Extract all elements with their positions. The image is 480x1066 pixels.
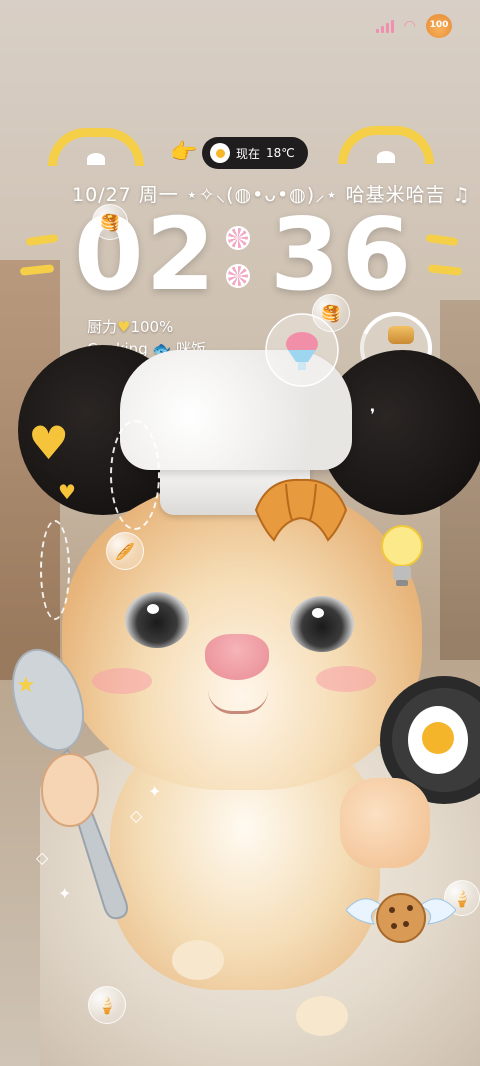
doodle-swirl xyxy=(40,520,70,620)
weather-widget[interactable]: 现在 18℃ xyxy=(202,137,308,169)
right-blush xyxy=(316,666,376,692)
left-brow-dot xyxy=(87,153,105,165)
right-fist-icon xyxy=(340,778,430,868)
sparkle-icon: ✦ xyxy=(58,884,72,903)
croissant-icon xyxy=(254,478,348,542)
wifi-icon: ◠ xyxy=(403,18,416,34)
candy-dot-icon xyxy=(226,264,250,288)
candy-dot-icon xyxy=(226,226,250,250)
weather-temperature: 18℃ xyxy=(266,146,295,160)
sparkle-icon: ✦ xyxy=(148,782,162,801)
pancake-bubble-icon: 🥞 xyxy=(312,294,350,332)
cat-right-paw xyxy=(296,996,348,1036)
pancake-bubble-icon: 🥞 xyxy=(92,204,128,240)
right-dash-bottom xyxy=(427,264,463,276)
weather-label: 现在 xyxy=(236,146,261,161)
light-bulb-icon xyxy=(381,525,423,586)
sparkle-icon: ◇ xyxy=(130,806,143,825)
signal-bars-icon xyxy=(375,19,394,33)
icecream-bubble-icon: 🍦 xyxy=(88,986,126,1024)
energy-label: 厨力 xyxy=(87,318,118,336)
doodle-swirl xyxy=(110,420,160,530)
bread-bubble-icon: 🥖 xyxy=(106,532,144,570)
pointing-hand-icon: 👉 xyxy=(170,140,198,165)
winged-cookie-icon xyxy=(346,893,456,943)
right-brow-dot xyxy=(377,151,395,163)
fried-egg-icon xyxy=(210,143,230,163)
pancake-icon xyxy=(388,326,414,344)
cat-right-eye xyxy=(290,596,354,652)
heart-icon: ♥ xyxy=(117,318,131,336)
svg-text:★: ★ xyxy=(16,673,36,698)
sparkle-icon: ❜ xyxy=(370,405,376,424)
battery-indicator: 100 xyxy=(426,14,452,38)
right-dash-top xyxy=(425,233,459,247)
cat-nose xyxy=(205,634,269,680)
clock-colon xyxy=(226,226,250,288)
left-dash-top xyxy=(25,233,59,247)
cat-left-paw xyxy=(172,940,224,980)
energy-stat: 厨力♥100% xyxy=(87,316,173,337)
status-bar: ◠ 100 xyxy=(375,14,452,38)
clock-minutes: 36 xyxy=(270,196,414,313)
spoon-icon: ★ xyxy=(12,648,128,920)
sparkle-icon: ◇ xyxy=(36,848,49,867)
yellow-heart-icon: ♥ xyxy=(28,416,70,470)
energy-value: 100% xyxy=(130,318,174,336)
small-heart-icon: ♥ xyxy=(58,480,76,504)
battery-level: 100 xyxy=(429,20,449,30)
